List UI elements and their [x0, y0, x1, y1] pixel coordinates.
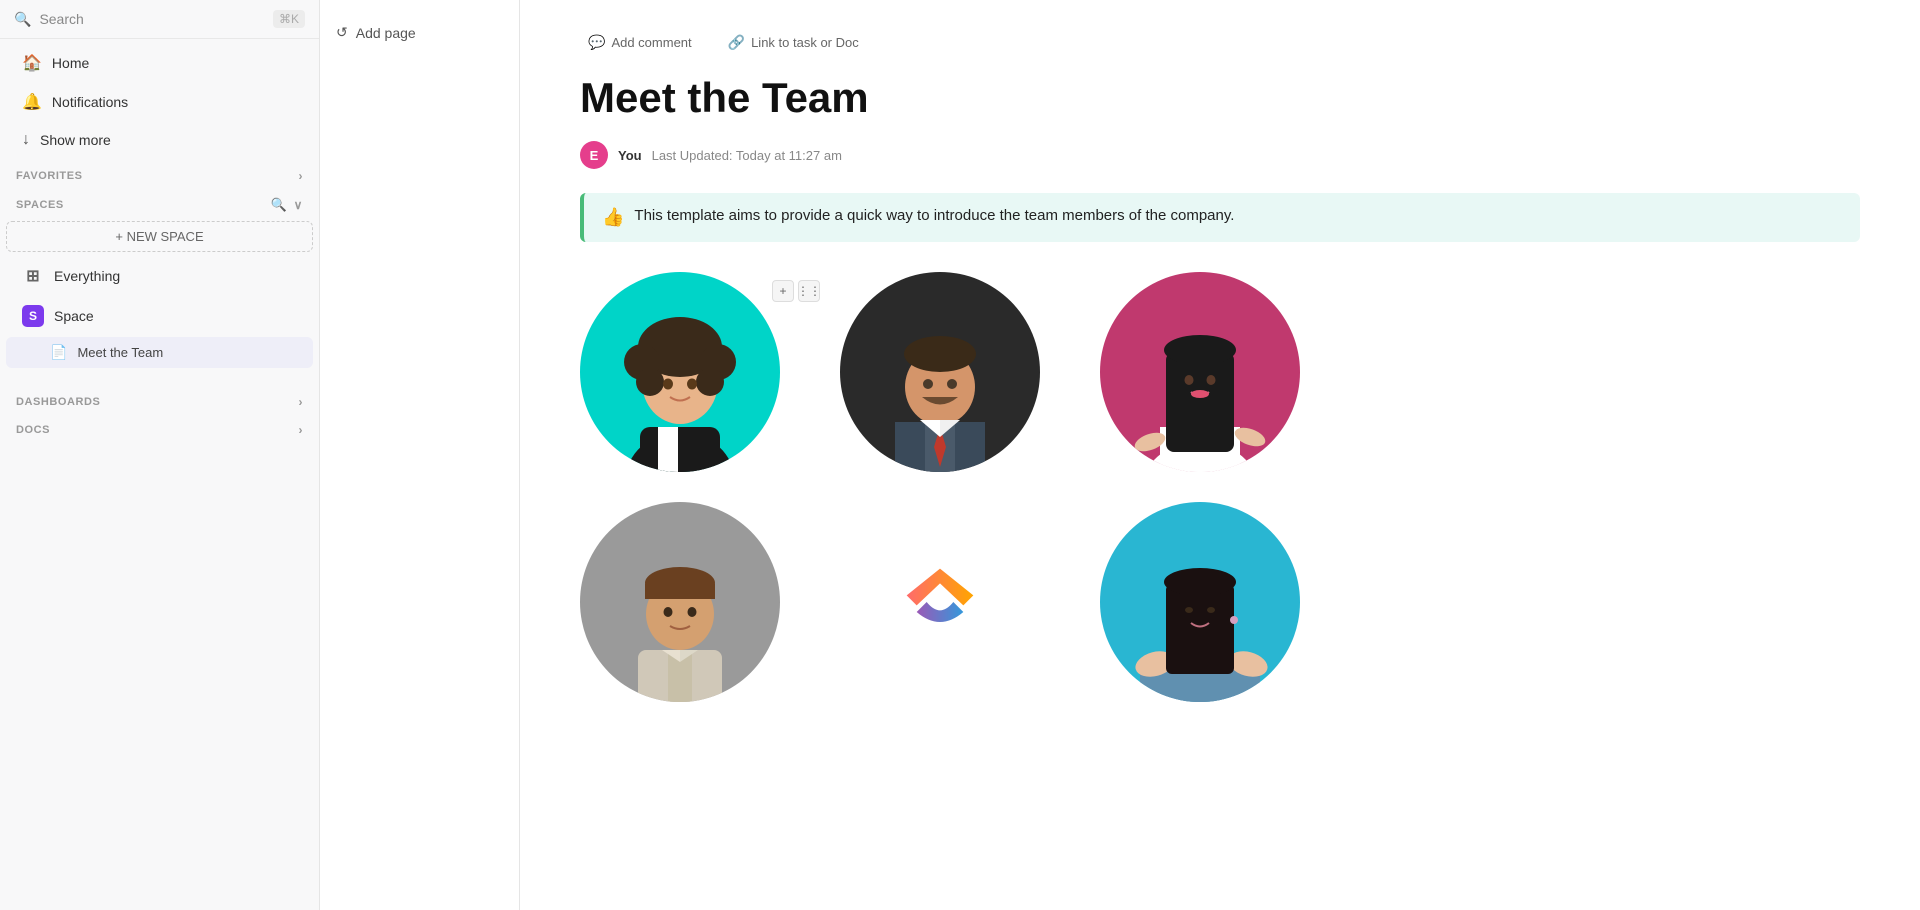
favorites-controls: › — [298, 169, 303, 183]
search-placeholder: Search — [39, 11, 83, 27]
add-page-button[interactable]: ↺ Add page — [320, 16, 519, 49]
sidebar-item-meet-the-team[interactable]: 📄 Meet the Team — [6, 337, 313, 368]
main-content: 💬 Add comment 🔗 Link to task or Doc Meet… — [520, 0, 1920, 910]
team-member-2 — [840, 272, 1040, 472]
nav-notifications-label: Notifications — [52, 94, 128, 110]
docs-section-header[interactable]: DOCS › — [0, 413, 319, 441]
search-input-area[interactable]: 🔍 Search — [14, 11, 84, 28]
dashboards-section-header[interactable]: DASHBOARDS › — [0, 385, 319, 413]
sidebar-item-everything-label: Everything — [54, 268, 120, 284]
dashboards-chevron-icon: › — [298, 395, 303, 409]
add-control-button[interactable]: + — [772, 280, 794, 302]
author-name: You — [618, 148, 642, 163]
person-2-svg — [840, 272, 1040, 472]
sidebar-item-everything[interactable]: ⊞ Everything — [6, 257, 313, 295]
callout-box: 👍 This template aims to provide a quick … — [580, 193, 1860, 242]
person-3-svg — [1100, 272, 1300, 472]
team-circle-3[interactable] — [1100, 272, 1300, 472]
new-space-label: + NEW SPACE — [115, 229, 203, 244]
favorites-label: FAVORITES — [16, 170, 82, 182]
team-member-1: + ⋮⋮ — [580, 272, 780, 472]
favorites-chevron-icon: › — [298, 169, 303, 183]
middle-panel: ↺ Add page — [320, 0, 520, 910]
team-member-5 — [840, 502, 1040, 702]
favorites-section-header[interactable]: FAVORITES › — [0, 159, 319, 187]
callout-emoji: 👍 — [602, 207, 624, 228]
team-circle-6[interactable] — [1100, 502, 1300, 702]
nav-home[interactable]: 🏠 Home — [6, 44, 313, 82]
doc-icon: 📄 — [50, 344, 67, 361]
person-1-svg — [580, 272, 780, 472]
sidebar-item-space[interactable]: S Space — [6, 297, 313, 335]
spaces-label: SPACES — [16, 199, 64, 211]
nav-notifications[interactable]: 🔔 Notifications — [6, 83, 313, 121]
nav-section: 🏠 Home 🔔 Notifications ↓ Show more — [0, 43, 319, 159]
link-label: Link to task or Doc — [751, 35, 859, 50]
add-page-icon: ↺ — [336, 24, 348, 41]
clickup-logo — [840, 502, 1040, 702]
doc-toolbar: 💬 Add comment 🔗 Link to task or Doc — [580, 30, 1860, 55]
add-page-label: Add page — [356, 25, 416, 41]
arrow-down-icon: ↓ — [22, 131, 30, 149]
team-circle-logo[interactable] — [840, 502, 1040, 702]
team-member-6 — [1100, 502, 1300, 702]
bell-icon: 🔔 — [22, 92, 42, 112]
spaces-section-header[interactable]: SPACES 🔍 ∨ — [0, 187, 319, 217]
doc-meta: E You Last Updated: Today at 11:27 am — [580, 141, 1860, 169]
team-circle-2[interactable] — [840, 272, 1040, 472]
team-member-3 — [1100, 272, 1300, 472]
avatar: E — [580, 141, 608, 169]
nav-show-more-label: Show more — [40, 132, 111, 148]
nav-show-more[interactable]: ↓ Show more — [6, 122, 313, 158]
comment-icon: 💬 — [588, 34, 605, 51]
search-bar[interactable]: 🔍 Search ⌘K — [0, 0, 319, 39]
team-circle-4[interactable] — [580, 502, 780, 702]
link-button[interactable]: 🔗 Link to task or Doc — [720, 30, 867, 55]
sidebar: 🔍 Search ⌘K 🏠 Home 🔔 Notifications ↓ Sho… — [0, 0, 320, 910]
spaces-chevron-icon[interactable]: ∨ — [294, 198, 303, 212]
drag-control-button[interactable]: ⋮⋮ — [798, 280, 820, 302]
dashboards-label: DASHBOARDS — [16, 396, 100, 408]
team-member-4 — [580, 502, 780, 702]
search-icon: 🔍 — [14, 11, 31, 28]
new-space-button[interactable]: + NEW SPACE — [6, 221, 313, 252]
clickup-svg — [900, 562, 980, 642]
everything-icon: ⊞ — [22, 265, 44, 287]
search-shortcut: ⌘K — [273, 10, 305, 28]
spaces-search-icon[interactable]: 🔍 — [271, 197, 288, 213]
person-6-svg — [1100, 502, 1300, 702]
sidebar-item-meet-the-team-label: Meet the Team — [77, 345, 163, 360]
space-badge: S — [22, 305, 44, 327]
link-icon: 🔗 — [728, 34, 745, 51]
person-4-svg — [580, 502, 780, 702]
add-comment-button[interactable]: 💬 Add comment — [580, 30, 700, 55]
nav-home-label: Home — [52, 55, 89, 71]
doc-title: Meet the Team — [580, 73, 1860, 123]
sidebar-item-space-label: Space — [54, 308, 94, 324]
docs-label: DOCS — [16, 424, 50, 436]
home-icon: 🏠 — [22, 53, 42, 73]
last-updated: Last Updated: Today at 11:27 am — [652, 148, 842, 163]
cell-controls-1: + ⋮⋮ — [772, 280, 820, 302]
docs-chevron-icon: › — [298, 423, 303, 437]
add-comment-label: Add comment — [611, 35, 691, 50]
team-grid: + ⋮⋮ — [580, 272, 1860, 702]
callout-text: This template aims to provide a quick wa… — [634, 207, 1234, 224]
spaces-controls: 🔍 ∨ — [271, 197, 303, 213]
team-circle-1[interactable] — [580, 272, 780, 472]
